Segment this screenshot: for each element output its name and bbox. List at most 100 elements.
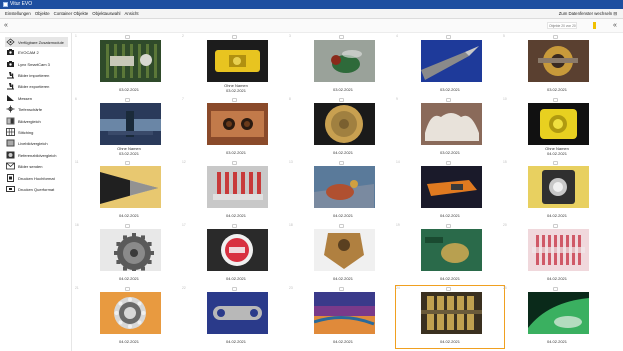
collapse-panel-button[interactable]: « bbox=[613, 21, 617, 30]
thumbnail-bearing[interactable] bbox=[100, 292, 161, 334]
reference-icon bbox=[6, 151, 15, 159]
gallery-item[interactable]: 8 04.02.2021 bbox=[289, 97, 397, 159]
thumbnail-orange-tool[interactable] bbox=[421, 166, 482, 208]
thumbnail-yellow-part[interactable] bbox=[207, 40, 268, 82]
thumbnail-rusty-holes[interactable] bbox=[207, 103, 268, 145]
gallery-item-date: 03.02.2021 bbox=[225, 87, 247, 93]
gallery-item-date: 04.02.2021 bbox=[118, 276, 140, 281]
thumbnail-red-fibers[interactable] bbox=[528, 229, 589, 271]
thumbnail-red-connector[interactable] bbox=[207, 166, 268, 208]
gallery-item[interactable]: 13 04.02.2021 bbox=[289, 160, 397, 222]
thumbnail-red-seal[interactable] bbox=[207, 229, 268, 271]
gallery-item[interactable]: 1 03.02.2021 bbox=[75, 34, 183, 96]
thumbnail-fly[interactable] bbox=[314, 40, 375, 82]
menu-ansicht[interactable]: Ansicht bbox=[122, 9, 140, 18]
sidebar-item-stitching[interactable]: Stitching bbox=[6, 127, 33, 137]
gallery-item[interactable]: 14 04.02.2021 bbox=[396, 160, 504, 222]
thumbnail-cartridge[interactable] bbox=[314, 103, 375, 145]
gallery-item[interactable]: 3 03.02.2021 bbox=[289, 34, 397, 96]
sidebar-item-lynx-smartcam-3[interactable]: Lynx SmartCam 3 bbox=[6, 59, 50, 69]
gallery-item-number: 15 bbox=[503, 160, 507, 164]
gallery-item[interactable]: 6 Ohne Namen 03.02.2021 bbox=[75, 97, 183, 159]
gallery-item[interactable]: 9 03.02.2021 bbox=[396, 97, 504, 159]
collapse-sidebar-button[interactable]: « bbox=[4, 21, 8, 30]
gallery-item-number: 14 bbox=[396, 160, 400, 164]
sidebar-item-bilder-senden[interactable]: Bilder senden bbox=[6, 161, 42, 171]
gallery-item-date: 04.02.2021 bbox=[225, 213, 247, 218]
object-filter-input[interactable] bbox=[547, 22, 577, 29]
gallery-item[interactable]: 21 04.02.2021 bbox=[75, 286, 183, 348]
gallery-item[interactable]: 24 04.02.2021 bbox=[395, 285, 505, 349]
gallery-item-date: 03.02.2021 bbox=[118, 87, 140, 92]
gallery-item[interactable]: 7 03.02.2021 bbox=[182, 97, 290, 159]
thumbnail-green-circuit[interactable] bbox=[421, 229, 482, 271]
thumbnail-heat-tint[interactable] bbox=[314, 292, 375, 334]
crosshair-icon bbox=[6, 105, 15, 113]
thumbnail-chip-edge[interactable] bbox=[100, 103, 161, 145]
gallery-item[interactable]: 11 04.02.2021 bbox=[75, 160, 183, 222]
grid-icon bbox=[6, 128, 15, 136]
image-type-icon bbox=[553, 98, 558, 102]
gallery-item-number: 22 bbox=[182, 286, 186, 290]
triangle-ruler-icon bbox=[6, 94, 15, 102]
gallery-item[interactable]: 19 04.02.2021 bbox=[396, 223, 504, 285]
thumbnail-needle-tip[interactable] bbox=[421, 40, 482, 82]
sidebar-item-verfügbare-zusatzmodule[interactable]: Verfügbare Zusatzmodule bbox=[5, 37, 68, 47]
sidebar-item-bilder-exportieren[interactable]: Bilder exportieren bbox=[6, 81, 49, 91]
sidebar-item-tiefenschärfe[interactable]: Tiefenschärfe bbox=[6, 104, 42, 114]
image-type-icon bbox=[125, 224, 130, 228]
image-type-icon bbox=[125, 98, 130, 102]
thumbnail-steel-gear[interactable] bbox=[100, 229, 161, 271]
sidebar-item-drucken-querformat[interactable]: Drucken Querformat bbox=[6, 184, 54, 194]
menu-objekte[interactable]: Objekte bbox=[33, 9, 52, 18]
menu-container-objekte[interactable]: Container Objekte bbox=[52, 9, 91, 18]
thumbnail-green-glass[interactable] bbox=[528, 292, 589, 334]
gallery-item[interactable]: 22 04.02.2021 bbox=[182, 286, 290, 348]
sidebar-item-bildvergleich[interactable]: Bildvergleich bbox=[6, 116, 41, 126]
thumbnail-dental[interactable] bbox=[421, 103, 482, 145]
thumbnail-chain-link[interactable] bbox=[207, 292, 268, 334]
thumbnail-drill-bit[interactable] bbox=[100, 166, 161, 208]
gallery-item[interactable]: 18 04.02.2021 bbox=[289, 223, 397, 285]
thumbnail-circuit-board[interactable] bbox=[100, 40, 161, 82]
image-type-icon bbox=[553, 287, 558, 291]
thumbnail-pcb-solder[interactable] bbox=[314, 166, 375, 208]
gallery-item[interactable]: 4 03.02.2021 bbox=[396, 34, 504, 96]
microscope-icon bbox=[6, 82, 15, 90]
menu-objektauswahl[interactable]: Objektauswahl bbox=[90, 9, 122, 18]
sidebar-item-label: Stitching bbox=[18, 129, 34, 135]
microscope-icon bbox=[6, 71, 15, 79]
gallery-item-date: 04.02.2021 bbox=[225, 339, 247, 344]
sidebar-item-label: EVOCAM 2 bbox=[18, 49, 39, 55]
thumbnail-brass-part[interactable] bbox=[314, 229, 375, 271]
gallery-item[interactable]: 20 04.02.2021 bbox=[503, 223, 611, 285]
image-type-icon bbox=[339, 287, 344, 291]
image-type-icon bbox=[232, 98, 237, 102]
sidebar-item-referenzbildvergleich[interactable]: Referenzbildvergleich bbox=[6, 150, 56, 160]
gallery-item[interactable]: 5 03.02.2021 bbox=[503, 34, 611, 96]
gallery-item[interactable]: 25 04.02.2021 bbox=[503, 286, 611, 348]
gallery-item[interactable]: 12 04.02.2021 bbox=[182, 160, 290, 222]
thumbnail-lens-ring[interactable] bbox=[528, 166, 589, 208]
gallery-item[interactable]: 10 Ohne Namen 04.02.2021 bbox=[503, 97, 611, 159]
sidebar-item-livebildvergleich[interactable]: Livebildvergleich bbox=[6, 138, 48, 148]
sidebar-item-bilder-importieren[interactable]: Bilder importieren bbox=[6, 70, 49, 80]
sidebar-item-messen[interactable]: Messen bbox=[6, 93, 32, 103]
gallery-item-number: 10 bbox=[503, 97, 507, 101]
gallery-item[interactable]: 23 04.02.2021 bbox=[289, 286, 397, 348]
gallery-item[interactable]: 16 04.02.2021 bbox=[75, 223, 183, 285]
sidebar-item-evocam-2[interactable]: EVOCAM 2 bbox=[6, 47, 39, 57]
menu-einstellungen[interactable]: Einstellungen bbox=[3, 9, 33, 18]
thumbnail-yellow-disc[interactable] bbox=[528, 103, 589, 145]
gallery-item[interactable]: 17 04.02.2021 bbox=[182, 223, 290, 285]
thumbnail-gear-shaft[interactable] bbox=[528, 40, 589, 82]
sidebar-item-drucken-hochformat[interactable]: Drucken Hochformat bbox=[6, 173, 55, 183]
gallery-item-number: 13 bbox=[289, 160, 293, 164]
gallery-item[interactable]: 2 Ohne Namen 03.02.2021 bbox=[182, 34, 290, 96]
gallery-item-number: 2 bbox=[182, 34, 184, 38]
filter-marker-icon[interactable] bbox=[593, 22, 596, 29]
thumbnail-gold-pins[interactable] bbox=[421, 292, 482, 334]
gallery-item[interactable]: 15 04.02.2021 bbox=[503, 160, 611, 222]
switch-data-window-link[interactable]: Zum Datenfenster wechseln ⊟ bbox=[557, 9, 619, 19]
gallery-item-date: 04.02.2021 bbox=[332, 213, 354, 218]
